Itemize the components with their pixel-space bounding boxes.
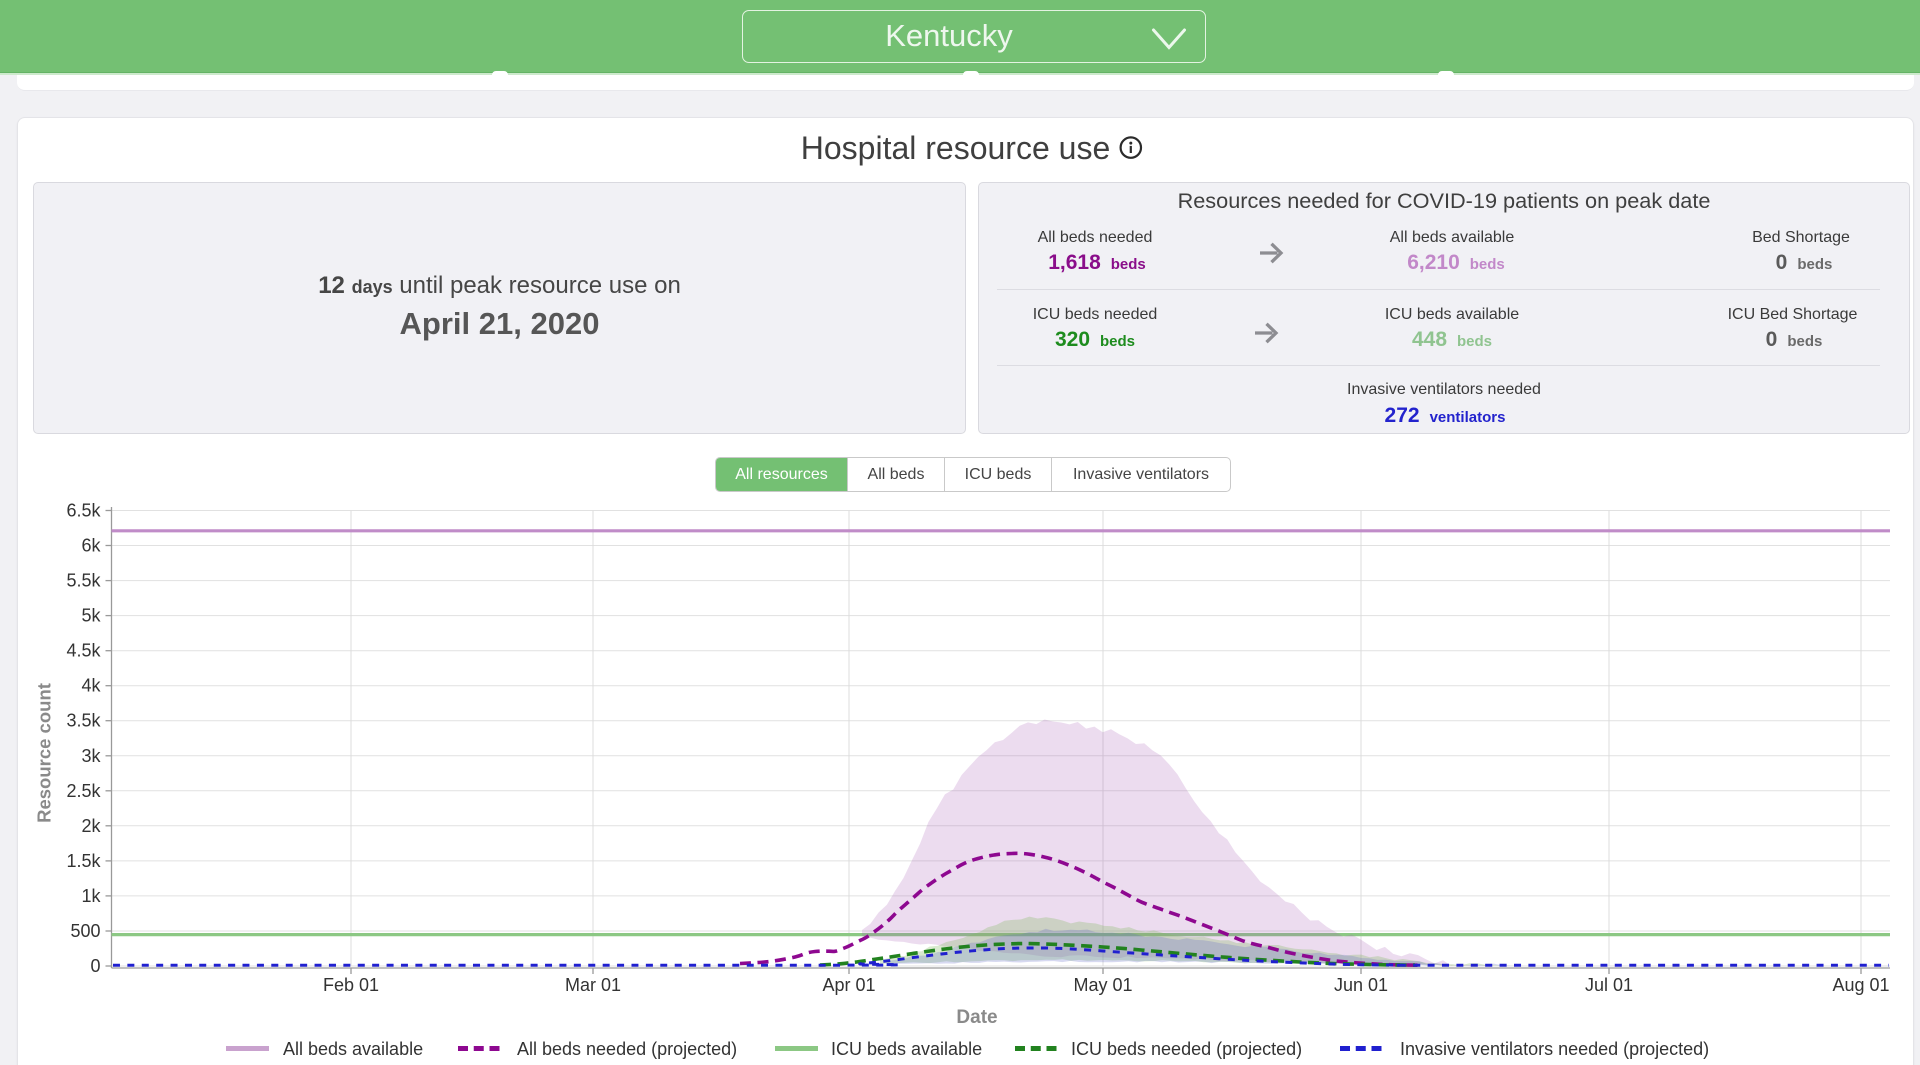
svg-text:1.5k: 1.5k bbox=[66, 851, 101, 871]
svg-text:May 01: May 01 bbox=[1073, 975, 1132, 995]
svg-text:Jun 01: Jun 01 bbox=[1334, 975, 1388, 995]
svg-text:4k: 4k bbox=[81, 676, 101, 696]
svg-text:5.5k: 5.5k bbox=[66, 571, 101, 591]
svg-text:Resource count: Resource count bbox=[34, 683, 55, 823]
svg-text:Date: Date bbox=[956, 1007, 997, 1028]
svg-text:ICU beds available: ICU beds available bbox=[831, 1039, 982, 1059]
svg-text:500: 500 bbox=[70, 921, 100, 941]
svg-text:Aug 01: Aug 01 bbox=[1832, 975, 1889, 995]
svg-text:Feb 01: Feb 01 bbox=[323, 975, 379, 995]
svg-text:All beds needed (projected): All beds needed (projected) bbox=[517, 1039, 737, 1059]
svg-text:3.5k: 3.5k bbox=[66, 711, 101, 731]
svg-text:Mar 01: Mar 01 bbox=[565, 975, 621, 995]
svg-text:Jul 01: Jul 01 bbox=[1585, 975, 1633, 995]
svg-text:All beds available: All beds available bbox=[283, 1039, 423, 1059]
svg-text:2.5k: 2.5k bbox=[66, 781, 101, 801]
svg-text:3k: 3k bbox=[81, 746, 101, 766]
svg-text:4.5k: 4.5k bbox=[66, 641, 101, 661]
svg-text:2k: 2k bbox=[81, 816, 101, 836]
svg-text:Apr 01: Apr 01 bbox=[822, 975, 875, 995]
svg-text:5k: 5k bbox=[81, 606, 101, 626]
svg-text:1k: 1k bbox=[81, 886, 101, 906]
svg-text:ICU beds needed (projected): ICU beds needed (projected) bbox=[1071, 1039, 1302, 1059]
svg-text:0: 0 bbox=[90, 956, 100, 976]
svg-text:Invasive ventilators needed (p: Invasive ventilators needed (projected) bbox=[1400, 1039, 1709, 1059]
svg-text:6k: 6k bbox=[81, 536, 101, 556]
svg-text:6.5k: 6.5k bbox=[66, 501, 101, 521]
